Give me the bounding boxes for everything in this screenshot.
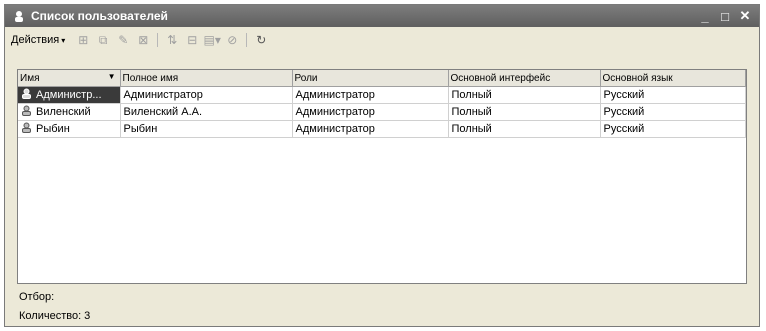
column-header-interface[interactable]: Основной интерфейс <box>448 70 601 87</box>
add-row-icon[interactable]: ⊞ <box>73 31 93 49</box>
copy-row-icon[interactable]: ⧉ <box>93 31 113 49</box>
toolbar: Действия ▾ ⊞ ⧉ ✎ ⊠ ⇅ ⊟ ▤▾ ⊘ ↻ <box>5 29 759 51</box>
filter-icon[interactable]: ⊟ <box>182 31 202 49</box>
window-title: Список пользователей <box>31 9 168 23</box>
users-table-container[interactable]: Имя ▼ Полное имя Роли Основной интерфейс… <box>17 69 747 284</box>
table-cell-interface[interactable]: Полный <box>448 103 601 121</box>
table-cell-roles[interactable]: Администратор <box>292 103 449 121</box>
table-cell-language[interactable]: Русский <box>600 103 746 121</box>
title-bar[interactable]: Список пользователей _ □ ✕ <box>5 5 759 27</box>
table-cell-name[interactable]: Виленский <box>18 103 121 121</box>
table-cell-full-name[interactable]: Рыбин <box>120 120 293 138</box>
table-cell-interface[interactable]: Полный <box>448 120 601 138</box>
table-cell-name[interactable]: Рыбин <box>18 120 121 138</box>
table-cell-roles[interactable]: Администратор <box>292 86 449 104</box>
minimize-button[interactable]: _ <box>697 8 713 24</box>
count-label: Количество: 3 <box>19 310 91 322</box>
table-cell-roles[interactable]: Администратор <box>292 120 449 138</box>
edit-row-icon[interactable]: ✎ <box>113 31 133 49</box>
users-table: Имя ▼ Полное имя Роли Основной интерфейс… <box>18 70 746 138</box>
toolbar-separator <box>157 33 159 47</box>
user-icon <box>21 88 33 102</box>
chevron-down-icon: ▾ <box>61 35 66 45</box>
maximize-button[interactable]: □ <box>717 8 733 24</box>
user-icon <box>21 105 33 119</box>
actions-menu-button[interactable]: Действия ▾ <box>11 34 65 46</box>
cell-text: Рыбин <box>36 122 70 135</box>
table-cell-name[interactable]: Администр... <box>18 86 121 104</box>
user-icon <box>21 122 33 136</box>
app-icon <box>13 10 25 22</box>
table-header-row: Имя ▼ Полное имя Роли Основной интерфейс… <box>18 70 746 87</box>
column-header-name[interactable]: Имя ▼ <box>18 70 121 87</box>
table-cell-interface[interactable]: Полный <box>448 86 601 104</box>
sort-icon[interactable]: ⇅ <box>162 31 182 49</box>
column-header-roles[interactable]: Роли <box>292 70 449 87</box>
cell-text: Администр... <box>36 88 102 101</box>
users-list-window: Список пользователей _ □ ✕ Действия ▾ ⊞ … <box>4 4 760 327</box>
column-header-language[interactable]: Основной язык <box>600 70 746 87</box>
column-header-label: Имя <box>20 72 40 84</box>
actions-label: Действия <box>11 34 60 46</box>
column-header-full-name[interactable]: Полное имя <box>120 70 293 87</box>
table-row[interactable]: Рыбин Рыбин Администратор Полный Русский <box>18 120 746 138</box>
clear-filter-icon[interactable]: ⊘ <box>222 31 242 49</box>
refresh-icon[interactable]: ↻ <box>251 31 271 49</box>
table-cell-language[interactable]: Русский <box>600 120 746 138</box>
filter-label: Отбор: <box>19 291 55 303</box>
table-cell-language[interactable]: Русский <box>600 86 746 104</box>
table-cell-full-name[interactable]: Виленский А.А. <box>120 103 293 121</box>
filter-settings-icon[interactable]: ▤▾ <box>202 31 222 49</box>
table-cell-full-name[interactable]: Администратор <box>120 86 293 104</box>
sort-down-icon: ▼ <box>107 72 116 81</box>
table-row[interactable]: Администр... Администратор Администратор… <box>18 86 746 104</box>
close-button[interactable]: ✕ <box>737 8 753 24</box>
cell-text: Виленский <box>36 105 91 118</box>
toolbar-separator <box>246 33 248 47</box>
table-row[interactable]: Виленский Виленский А.А. Администратор П… <box>18 103 746 121</box>
delete-row-icon[interactable]: ⊠ <box>133 31 153 49</box>
